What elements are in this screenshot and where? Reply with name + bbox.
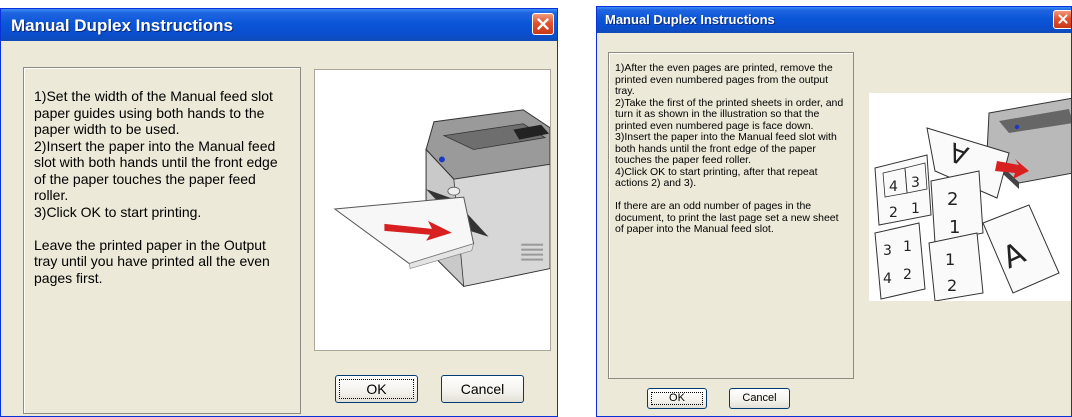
svg-text:1: 1 [903,239,912,255]
svg-text:1: 1 [911,201,920,217]
ok-label: OK [669,392,685,404]
svg-text:3: 3 [911,175,920,191]
svg-text:4: 4 [889,179,898,195]
ok-label: OK [366,381,387,397]
manual-duplex-dialog-step1: Manual Duplex Instructions 1)Set the wid… [0,8,558,417]
svg-text:2: 2 [889,205,898,221]
close-icon [537,18,549,30]
title-bar[interactable]: Manual Duplex Instructions [1,9,557,41]
svg-text:4: 4 [883,271,892,287]
cancel-button[interactable]: Cancel [729,388,790,409]
cancel-label: Cancel [742,392,777,404]
instructions-text: 1)Set the width of the Manual feed slot … [23,67,301,414]
svg-text:2: 2 [947,276,957,295]
dialog-title: Manual Duplex Instructions [11,16,233,35]
manual-duplex-dialog-step2: Manual Duplex Instructions 1)After the e… [596,6,1072,417]
close-icon [1058,14,1068,24]
cancel-label: Cancel [460,381,505,397]
printer-manual-feed-icon [333,109,550,287]
cancel-button[interactable]: Cancel [441,375,524,403]
svg-text:2: 2 [947,189,958,210]
printer-illustration [314,69,551,351]
close-button[interactable] [1053,10,1071,29]
screenshot-stage: Manual Duplex Instructions 1)Set the wid… [0,0,1072,417]
duplex-illustration: A 4 3 2 1 2 1 3 1 4 2 1 2 A [869,93,1071,301]
svg-text:3: 3 [883,243,892,259]
duplex-page-order-icon: A 4 3 2 1 2 1 3 1 4 2 1 2 A [874,97,1071,301]
dialog-title: Manual Duplex Instructions [605,12,775,27]
ok-button[interactable]: OK [647,388,707,409]
svg-text:1: 1 [945,250,955,269]
svg-text:2: 2 [903,267,912,283]
instructions-text: 1)After the even pages are printed, remo… [608,52,854,379]
close-button[interactable] [532,13,554,35]
svg-text:1: 1 [949,217,960,238]
title-bar[interactable]: Manual Duplex Instructions [597,7,1071,33]
ok-button[interactable]: OK [335,375,418,403]
